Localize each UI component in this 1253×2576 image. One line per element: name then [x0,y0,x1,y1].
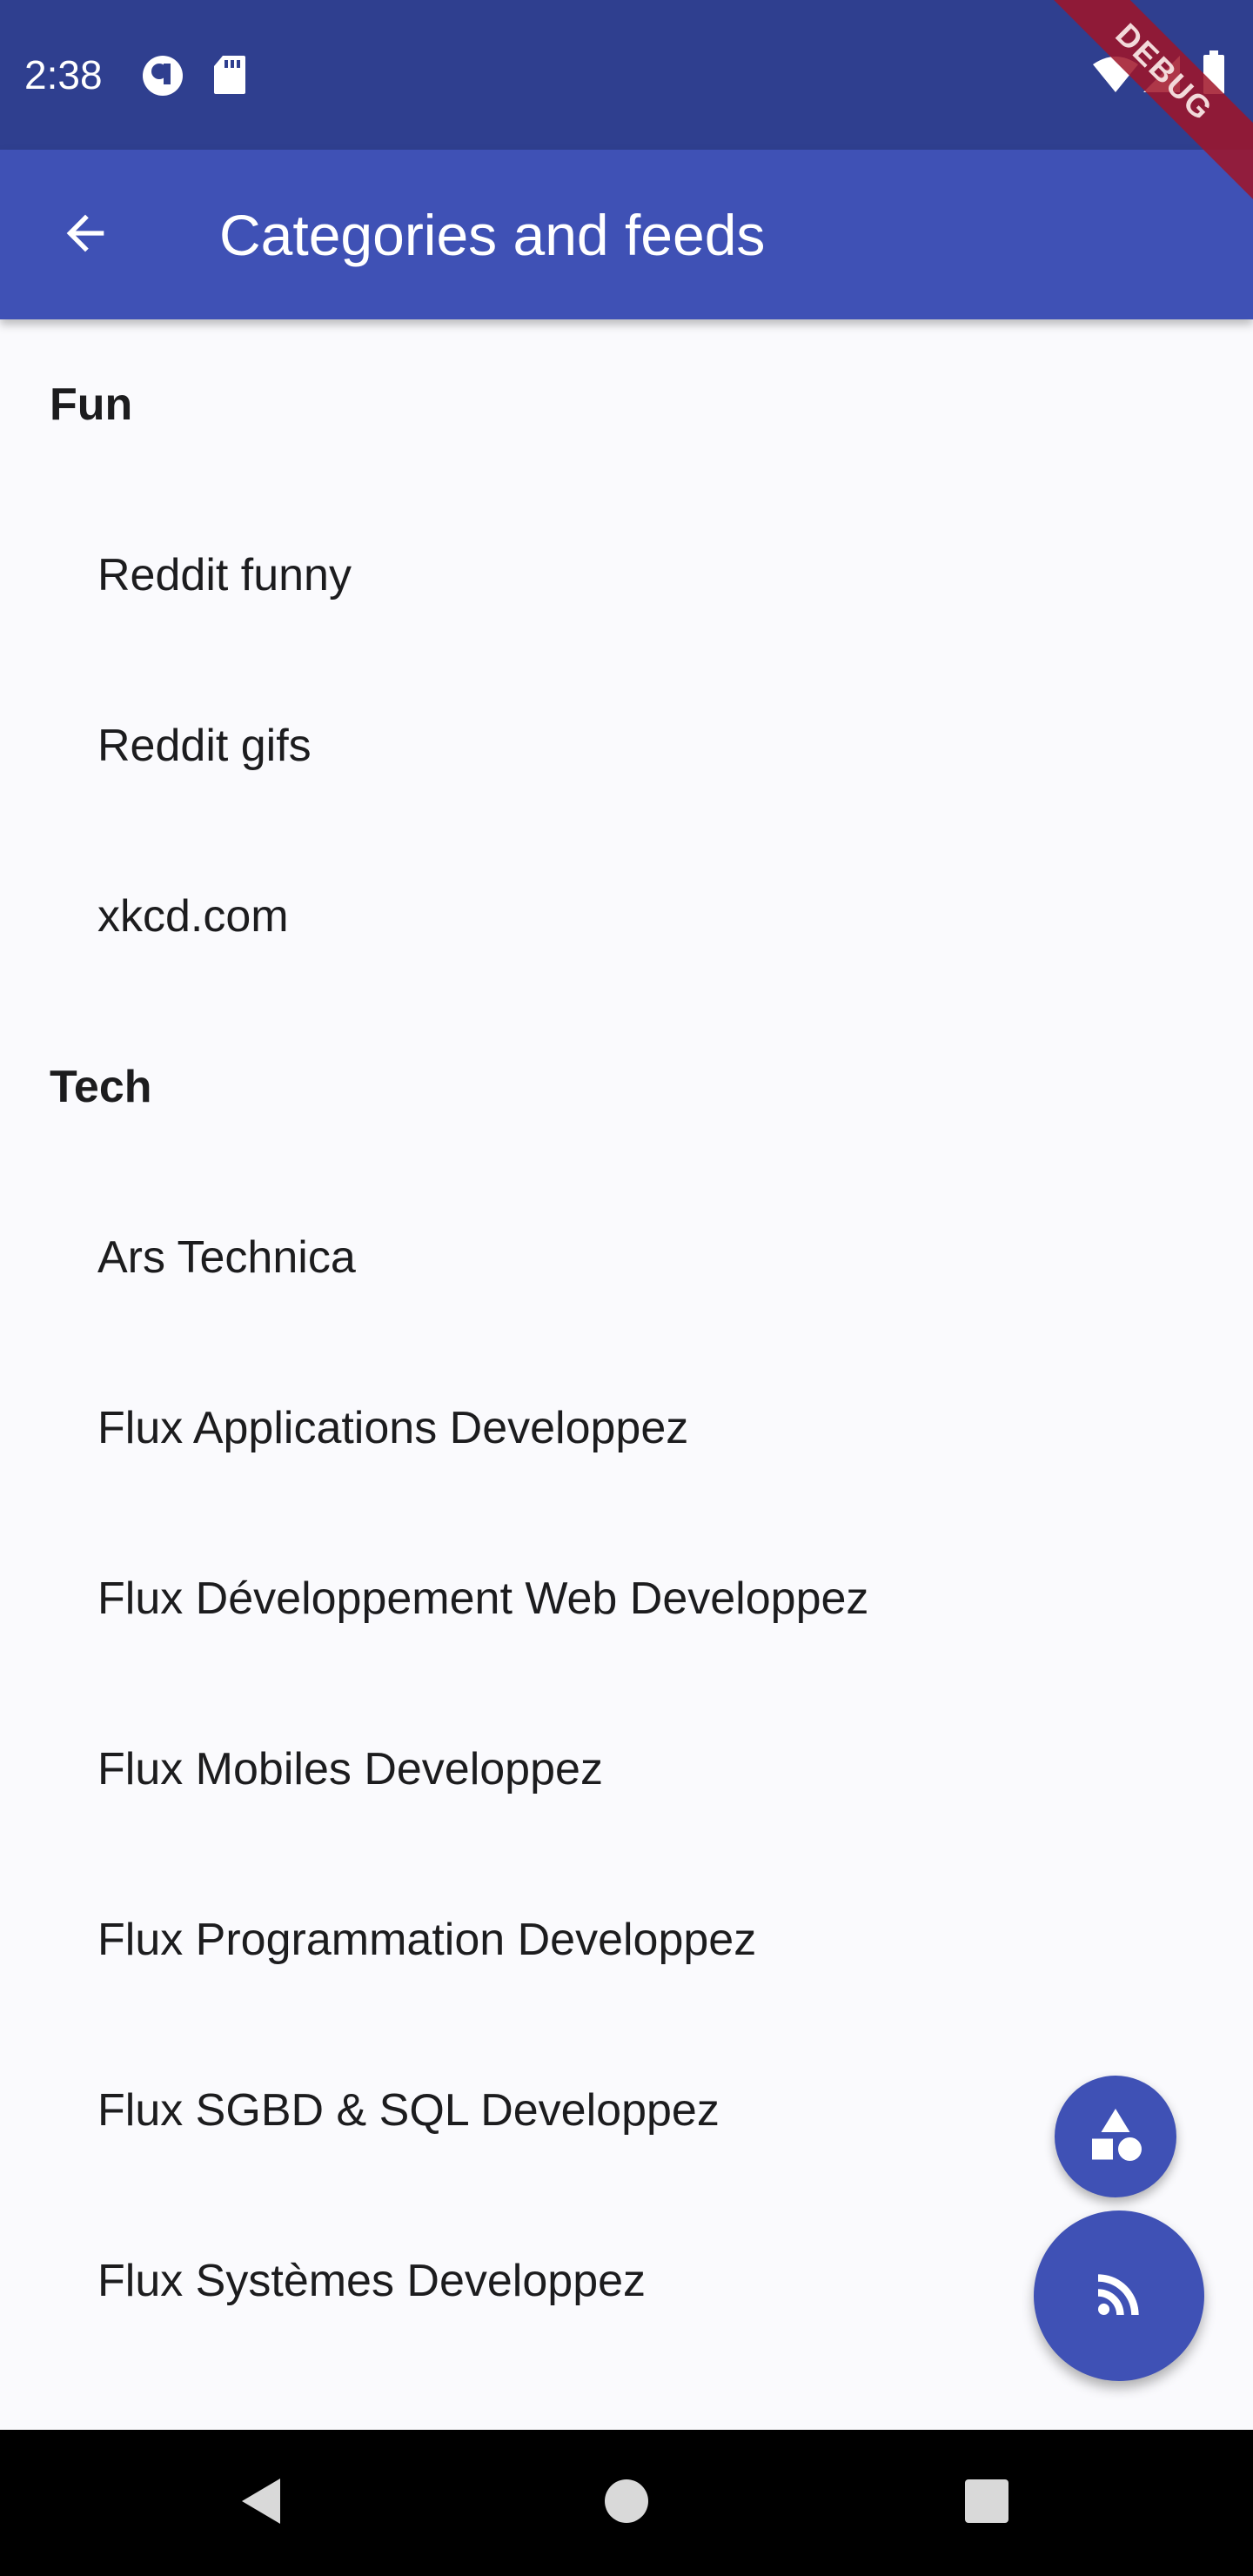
record-icon [141,54,184,102]
page-title: Categories and feeds [219,203,766,267]
status-time: 2:38 [24,52,103,97]
nav-home-icon [602,2477,651,2530]
nav-back-button[interactable] [219,2459,306,2546]
add-category-button[interactable] [1055,2076,1176,2197]
feed-item[interactable]: Reddit funny [0,490,1253,661]
feed-item[interactable]: xkcd.com [0,831,1253,1002]
add-feed-button[interactable] [1034,2210,1204,2381]
rss-feed-icon [1088,2263,1150,2330]
category-header[interactable]: Fun [0,319,1253,490]
back-button[interactable] [42,191,129,278]
arrow-back-icon [57,205,113,265]
feed-item[interactable]: Ars Technica [0,1172,1253,1343]
nav-recents-icon [964,2479,1009,2528]
sd-card-icon [212,54,247,100]
feed-item[interactable]: Flux Applications Developpez [0,1343,1253,1513]
feed-item[interactable]: Flux Programmation Developpez [0,1855,1253,2025]
feed-item[interactable]: Reddit gifs [0,661,1253,831]
system-nav-bar [0,2430,1253,2576]
category-header[interactable]: Tech [0,1002,1253,1172]
nav-home-button[interactable] [583,2459,670,2546]
nav-back-icon [237,2475,289,2532]
category-feed-list: Fun Reddit funny Reddit gifs xkcd.com Te… [0,319,1253,2366]
nav-recents-button[interactable] [943,2459,1030,2546]
status-bar: 2:38 [0,0,1253,150]
feed-item[interactable]: Flux Développement Web Developpez [0,1513,1253,1684]
app-bar: Categories and feeds [0,150,1253,319]
feed-item[interactable]: Flux Mobiles Developpez [0,1684,1253,1855]
category-shapes-icon [1084,2103,1147,2170]
